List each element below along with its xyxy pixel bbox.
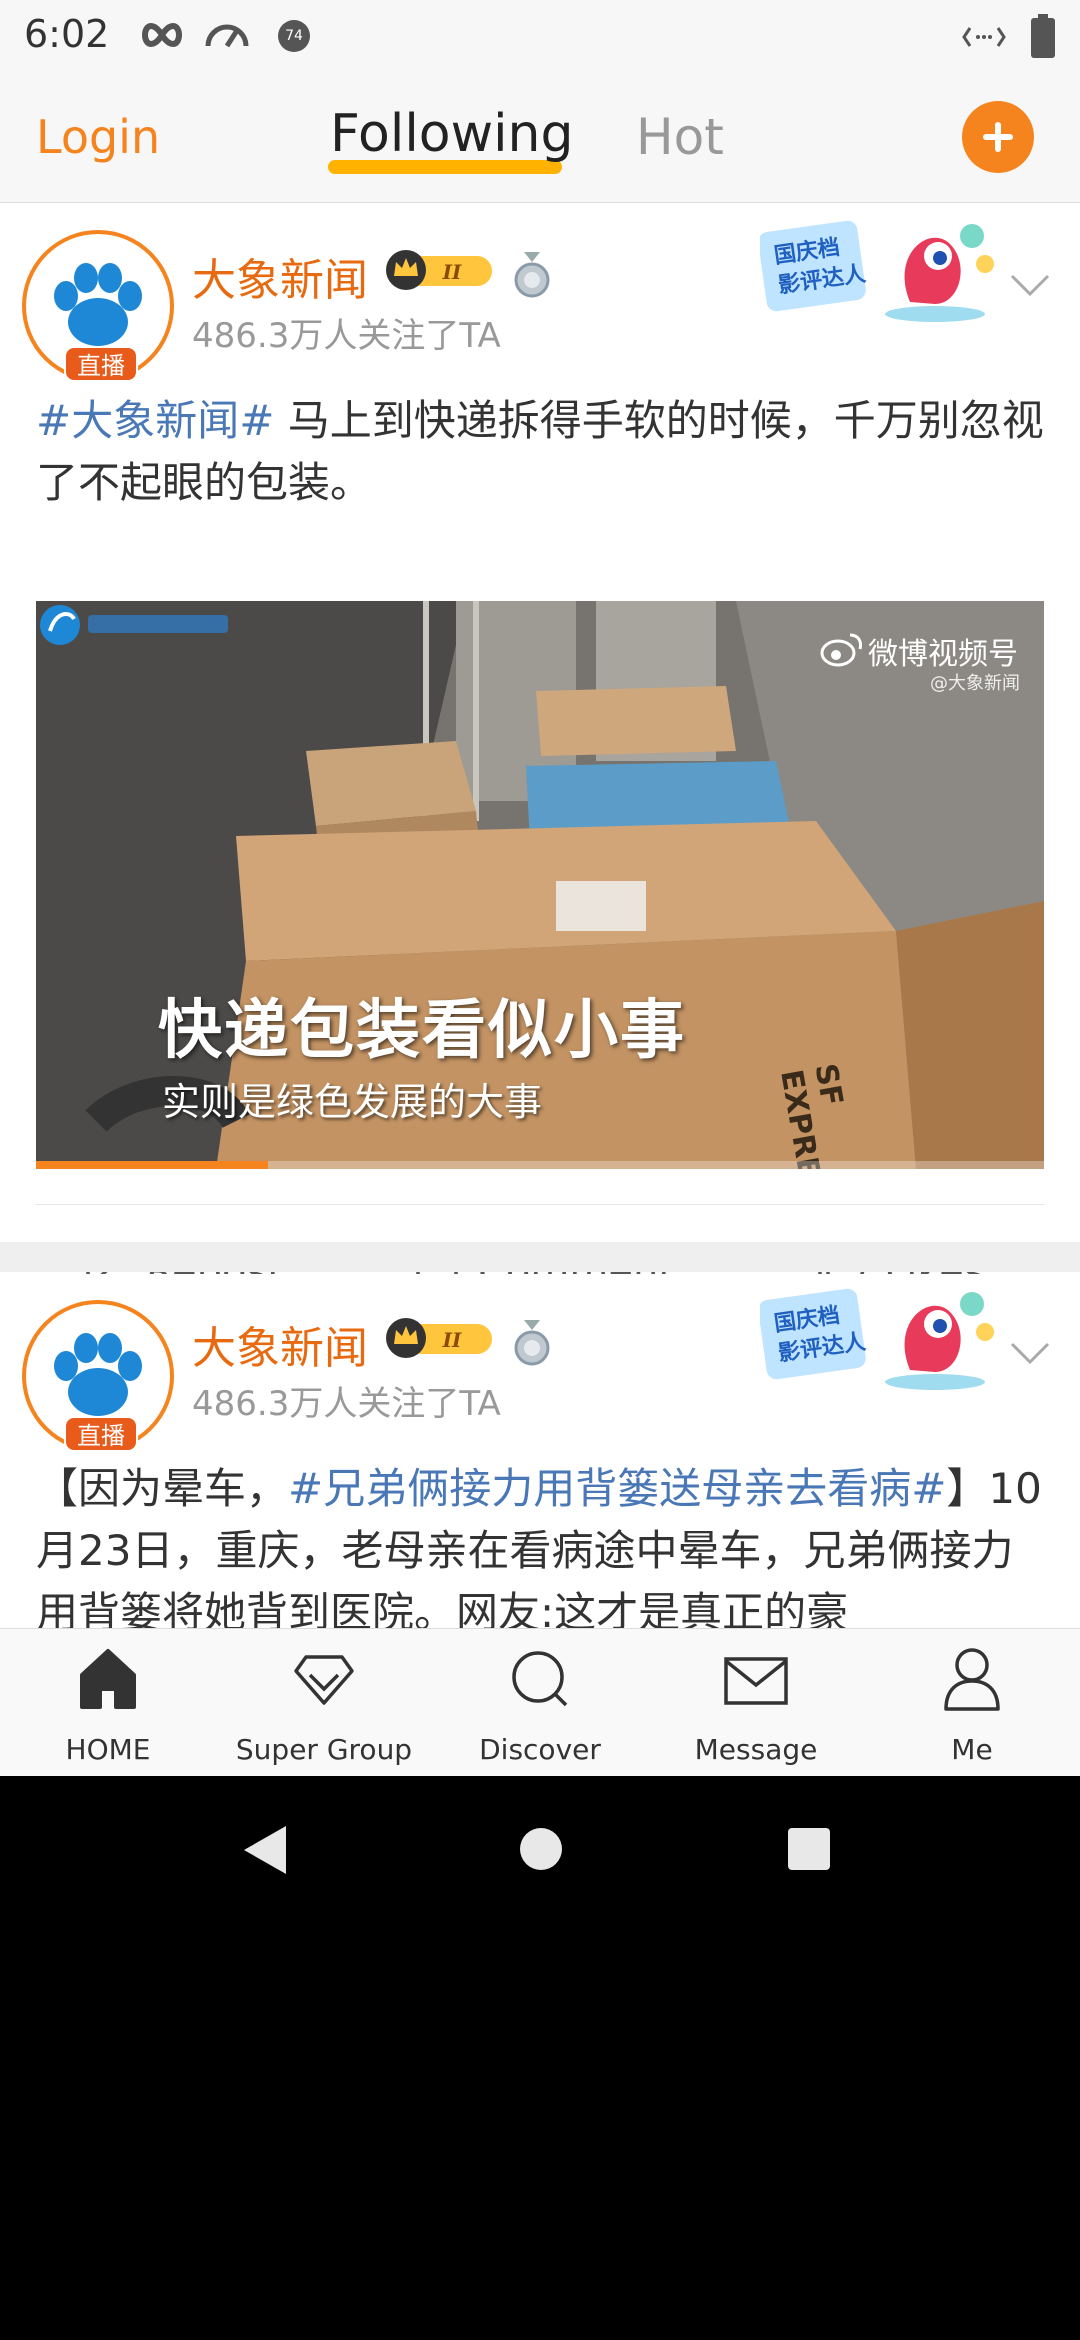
back-icon[interactable] [240,1822,290,1878]
feed-post[interactable]: 直播 大象新闻 II 486.3万人关注了TA 国庆档 影评达人 [0,204,1080,1295]
follower-count: 486.3万人关注了TA [192,1384,501,1424]
author-name[interactable]: 大象新闻 [192,1312,368,1376]
medal-icon [514,1320,550,1366]
vip-crown-badge-icon: II [386,1318,492,1358]
vip-crown-badge-icon: II [386,250,492,290]
status-time: 6:02 [24,12,110,56]
svg-text:II: II [442,1328,462,1352]
feed-post[interactable]: 直播 大象新闻 II 486.3万人关注了TA 国庆档 影评达人 [0,1274,1080,1628]
video-watermark: 微博视频号 [868,637,1018,672]
notification-count-icon: 74 [278,20,310,52]
promo-badge[interactable]: 国庆档 影评达人 [760,1282,1000,1392]
speedometer-icon [205,24,249,48]
topic-link[interactable]: #兄弟俩接力用背篓送母亲去看病# [288,1464,946,1513]
envelope-icon [724,1657,788,1705]
tab-message-label: Message [694,1733,818,1766]
tab-super-group[interactable]: Super Group [216,1629,432,1776]
bottom-tab-bar: HOME Super Group Discover Message Me [0,1628,1080,1776]
tab-me-label: Me [951,1733,993,1766]
promo-badge[interactable]: 国庆档 影评达人 [760,214,1000,324]
topic-link[interactable]: #大象新闻# [36,396,274,445]
person-icon [944,1648,1000,1711]
tab-me[interactable]: Me [864,1629,1080,1776]
home-circle-icon[interactable] [518,1826,564,1872]
video-watermark-handle: @大象新闻 [930,673,1020,694]
divider [36,1204,1044,1205]
tab-super-group-label: Super Group [235,1733,413,1766]
tab-home[interactable]: HOME [0,1629,216,1776]
live-badge: 直播 [64,1416,138,1452]
broadcaster-logo-icon [40,605,228,645]
avatar[interactable]: 直播 [22,1300,174,1452]
tab-following[interactable]: Following [330,104,574,164]
home-icon [80,1649,136,1709]
video-caption: 快递包装看似小事 [158,993,686,1068]
login-link[interactable]: Login [36,110,160,164]
live-badge: 直播 [64,346,138,382]
tab-hot[interactable]: Hot [636,108,724,166]
medal-icon [514,252,550,298]
video-progress-fill [36,1161,268,1169]
data-transfer-icon [962,27,1006,47]
video-subcaption: 实则是绿色发展的大事 [162,1080,543,1124]
recents-icon[interactable] [786,1826,832,1872]
battery-icon [1031,14,1055,58]
tab-home-label: HOME [65,1733,151,1766]
avatar[interactable]: 直播 [22,230,174,382]
tab-discover[interactable]: Discover [432,1629,648,1776]
infinity-icon [142,22,182,48]
post-text: 【因为晕车，#兄弟俩接力用背篓送母亲去看病#】10月23日，重庆，老母亲在看病途… [36,1464,1042,1628]
diamond-icon [294,1655,354,1705]
search-icon [512,1651,568,1707]
compose-button[interactable] [962,101,1034,173]
svg-text:II: II [442,260,462,284]
weibo-logo-icon [820,633,862,667]
top-nav: Login Following Hot [0,70,1080,203]
feed-separator [0,1242,1080,1272]
system-navigation-bar [0,1776,1080,2340]
video-player[interactable]: 微博视频号 @大象新闻 SF EXPRESS 快递包装看似小事 实则是绿色发展的… [36,601,1044,1169]
tab-message[interactable]: Message [648,1629,864,1776]
video-progress-bar[interactable] [36,1161,1044,1169]
tab-discover-label: Discover [479,1733,601,1766]
post-text: #大象新闻# 马上到快递拆得手软的时候，千万别忽视了不起眼的包装。 [36,396,1044,507]
chevron-down-icon[interactable] [1008,270,1052,300]
app-screen: 6:02 74 Login Following Hot 直播 大象新闻 II 4… [0,0,1080,1776]
chevron-down-icon[interactable] [1008,1338,1052,1368]
follower-count: 486.3万人关注了TA [192,316,501,356]
author-name[interactable]: 大象新闻 [192,244,368,308]
status-bar: 6:02 74 [0,0,1080,70]
